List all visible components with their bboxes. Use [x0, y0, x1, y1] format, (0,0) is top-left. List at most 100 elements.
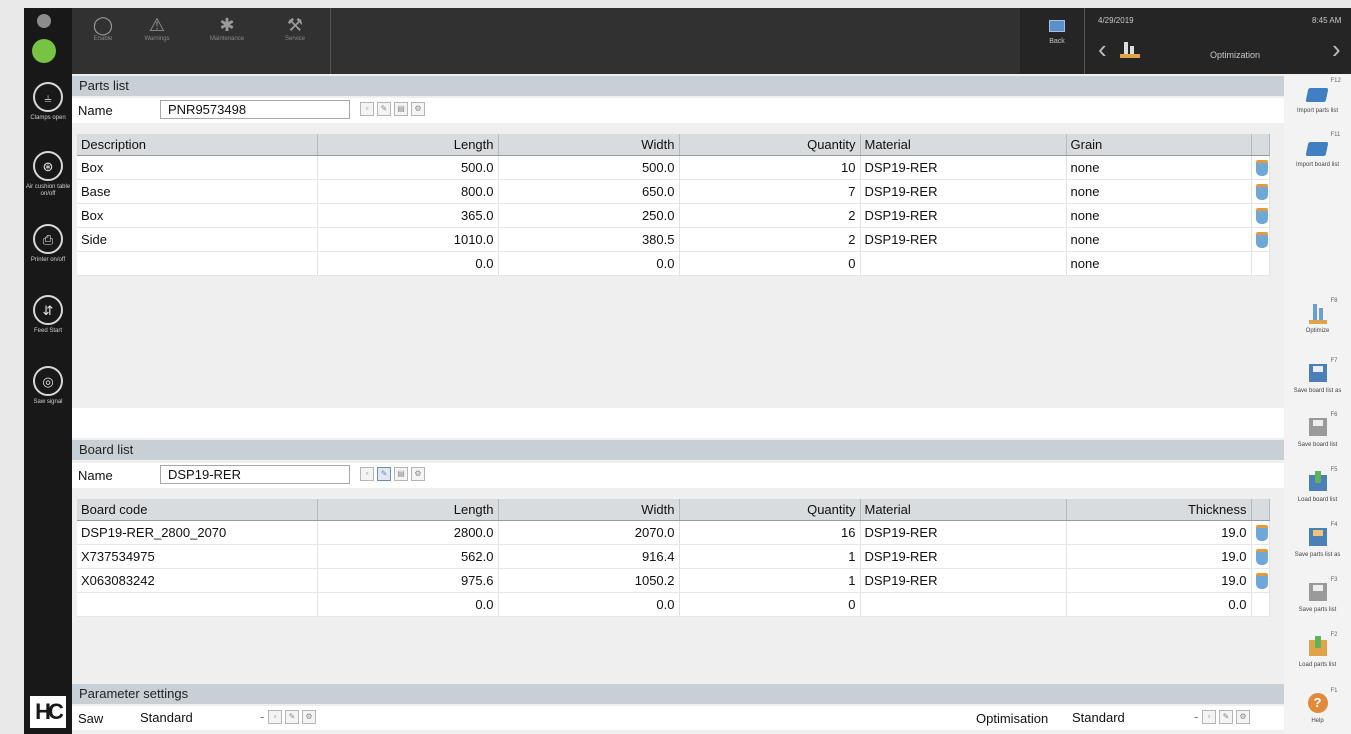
cell-description[interactable]: Base — [77, 179, 318, 204]
material-database-button[interactable] — [1251, 568, 1270, 593]
import-parts-list-button[interactable]: F12 Import parts list — [1284, 78, 1351, 115]
cell-material[interactable]: DSP19-RER — [860, 179, 1067, 204]
table-row[interactable]: X063083242 975.6 1050.2 1 DSP19-RER 19.0 — [77, 568, 1270, 593]
clamps-open-button[interactable]: ⫨ Clamps open — [24, 82, 72, 122]
cell-thickness[interactable]: 19.0 — [1066, 544, 1252, 569]
cell-width[interactable]: 0.0 — [498, 251, 680, 276]
table-row[interactable]: Box 365.0 250.0 2 DSP19-RER none — [77, 203, 1270, 228]
cell-length[interactable]: 975.6 — [317, 568, 499, 593]
saw-new-button[interactable]: ▫ — [268, 710, 282, 724]
column-header-description[interactable]: Description — [77, 134, 318, 156]
saw-select[interactable]: Standard — [140, 710, 193, 725]
cell-width[interactable]: 0.0 — [498, 592, 680, 617]
column-header-quantity[interactable]: Quantity — [679, 499, 861, 521]
cell-grain[interactable]: none — [1066, 179, 1252, 204]
saw-edit-button[interactable]: ✎ — [285, 710, 299, 724]
column-header-width[interactable]: Width — [498, 134, 680, 156]
material-database-button[interactable] — [1251, 520, 1270, 545]
cell-quantity[interactable]: 7 — [679, 179, 861, 204]
column-header-thickness[interactable]: Thickness — [1066, 499, 1252, 521]
cell-thickness[interactable]: 19.0 — [1066, 520, 1252, 545]
feed-start-button[interactable]: ⇵ Feed Start — [24, 295, 72, 335]
cell-material[interactable] — [860, 251, 1067, 276]
cell-quantity[interactable]: 16 — [679, 520, 861, 545]
cell-quantity[interactable]: 0 — [679, 251, 861, 276]
table-row[interactable]: Base 800.0 650.0 7 DSP19-RER none — [77, 179, 1270, 204]
save-parts-list-as-button[interactable]: F4 Save parts list as — [1284, 522, 1351, 559]
saw-dropdown-arrow-icon[interactable]: - — [260, 709, 264, 724]
table-row[interactable]: 0.0 0.0 0 0.0 — [77, 592, 1270, 617]
table-row[interactable]: Side 1010.0 380.5 2 DSP19-RER none — [77, 227, 1270, 252]
parts-new-button[interactable]: ▫ — [360, 102, 374, 116]
cell-board-code[interactable] — [77, 592, 318, 617]
cell-quantity[interactable]: 2 — [679, 203, 861, 228]
cell-grain[interactable]: none — [1066, 227, 1252, 252]
next-screen-button[interactable]: › — [1332, 36, 1341, 62]
board-name-input[interactable] — [160, 465, 350, 484]
column-header-material[interactable]: Material — [860, 134, 1067, 156]
cell-board-code[interactable]: X737534975 — [77, 544, 318, 569]
load-parts-list-button[interactable]: F2 Load parts list — [1284, 632, 1351, 669]
material-database-button[interactable] — [1251, 227, 1270, 252]
board-edit-button[interactable]: ✎ — [377, 467, 391, 481]
column-header-material[interactable]: Material — [860, 499, 1067, 521]
cell-thickness[interactable]: 19.0 — [1066, 568, 1252, 593]
cell-quantity[interactable]: 1 — [679, 568, 861, 593]
optimisation-select[interactable]: Standard — [1072, 710, 1125, 725]
cell-grain[interactable]: none — [1066, 155, 1252, 180]
table-row[interactable]: 0.0 0.0 0 none — [77, 251, 1270, 276]
material-database-button[interactable] — [1251, 203, 1270, 228]
cell-quantity[interactable]: 10 — [679, 155, 861, 180]
cell-width[interactable]: 916.4 — [498, 544, 680, 569]
board-new-button[interactable]: ▫ — [360, 467, 374, 481]
cell-material[interactable]: DSP19-RER — [860, 520, 1067, 545]
save-board-list-as-button[interactable]: F7 Save board list as — [1284, 358, 1351, 395]
cell-length[interactable]: 800.0 — [317, 179, 499, 204]
save-parts-list-button[interactable]: F3 Save parts list — [1284, 577, 1351, 614]
cell-width[interactable]: 650.0 — [498, 179, 680, 204]
cell-description[interactable]: Box — [77, 203, 318, 228]
optimisation-settings-button[interactable]: ⚙ — [1236, 710, 1250, 724]
cell-material[interactable]: DSP19-RER — [860, 203, 1067, 228]
parts-name-input[interactable] — [160, 100, 350, 119]
warnings-tool-button[interactable]: ⚠ Warnings — [130, 14, 184, 43]
cell-material[interactable]: DSP19-RER — [860, 544, 1067, 569]
cell-material[interactable]: DSP19-RER — [860, 227, 1067, 252]
cell-material[interactable] — [860, 592, 1067, 617]
material-database-button[interactable] — [1251, 179, 1270, 204]
cell-description[interactable]: Side — [77, 227, 318, 252]
cell-thickness[interactable]: 0.0 — [1066, 592, 1252, 617]
air-cushion-toggle-button[interactable]: ⊛ Air cushion table on/off — [24, 151, 72, 198]
board-copy-button[interactable]: ▤ — [394, 467, 408, 481]
column-header-length[interactable]: Length — [317, 134, 499, 156]
cell-quantity[interactable]: 2 — [679, 227, 861, 252]
column-header-quantity[interactable]: Quantity — [679, 134, 861, 156]
back-button[interactable]: Back — [1040, 16, 1074, 45]
enable-tool-button[interactable]: ◯ Enable — [76, 14, 130, 43]
table-row[interactable]: X737534975 562.0 916.4 1 DSP19-RER 19.0 — [77, 544, 1270, 569]
load-board-list-button[interactable]: F5 Load board list — [1284, 467, 1351, 504]
save-board-list-button[interactable]: F6 Save board list — [1284, 412, 1351, 449]
table-row[interactable]: DSP19-RER_2800_2070 2800.0 2070.0 16 DSP… — [77, 520, 1270, 545]
cell-length[interactable]: 2800.0 — [317, 520, 499, 545]
parts-edit-button[interactable]: ✎ — [377, 102, 391, 116]
cell-grain[interactable]: none — [1066, 251, 1252, 276]
cell-description[interactable] — [77, 251, 318, 276]
cell-description[interactable]: Box — [77, 155, 318, 180]
optimisation-new-button[interactable]: ▫ — [1202, 710, 1216, 724]
column-header-grain[interactable]: Grain — [1066, 134, 1252, 156]
cell-board-code[interactable]: X063083242 — [77, 568, 318, 593]
cell-width[interactable]: 250.0 — [498, 203, 680, 228]
optimisation-dropdown-arrow-icon[interactable]: - — [1194, 709, 1198, 724]
maintenance-tool-button[interactable]: ✱ Maintenance — [200, 14, 254, 43]
cell-width[interactable]: 1050.2 — [498, 568, 680, 593]
cell-quantity[interactable]: 0 — [679, 592, 861, 617]
cell-width[interactable]: 380.5 — [498, 227, 680, 252]
cell-length[interactable]: 500.0 — [317, 155, 499, 180]
saw-signal-button[interactable]: ◎ Saw signal — [24, 366, 72, 406]
cell-length[interactable]: 0.0 — [317, 592, 499, 617]
cell-material[interactable]: DSP19-RER — [860, 155, 1067, 180]
board-settings-button[interactable]: ⚙ — [411, 467, 425, 481]
cell-quantity[interactable]: 1 — [679, 544, 861, 569]
help-button[interactable]: ? F1 Help — [1284, 688, 1351, 725]
